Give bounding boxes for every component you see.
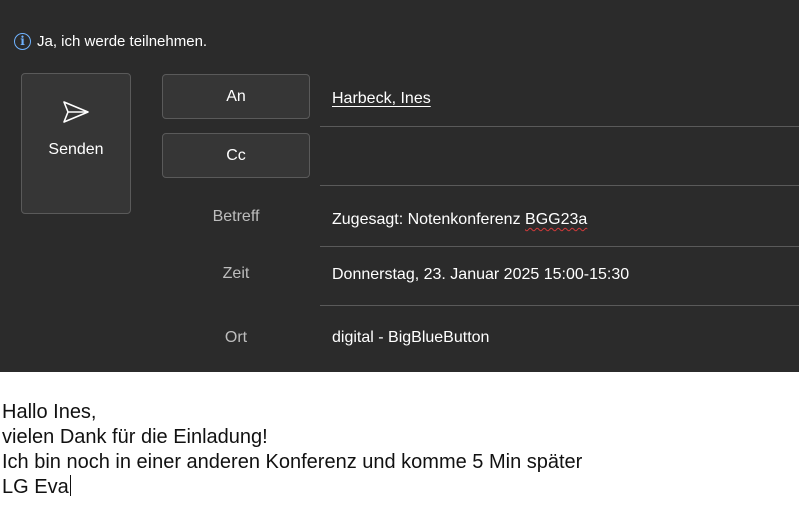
subject-text: Zugesagt: Notenkonferenz	[332, 211, 526, 228]
subject-label: Betreff	[212, 208, 260, 225]
cc-button[interactable]: Cc	[162, 133, 310, 178]
location-label: Ort	[224, 329, 248, 346]
info-circle-icon: i	[14, 32, 31, 50]
subject-divider	[320, 246, 799, 247]
body-line-thanks: vielen Dank für die Einladung!	[2, 426, 268, 448]
text-caret	[69, 475, 71, 496]
response-info-bar: i Ja, ich werde teilnehmen.	[14, 26, 207, 56]
signoff-text: LG Eva	[2, 476, 69, 498]
response-info-text: Ja, ich werde teilnehmen.	[37, 32, 208, 50]
body-line-signoff: LG Eva	[2, 475, 799, 500]
time-label: Zeit	[222, 265, 250, 282]
body-line-greeting: Hallo Ines,	[2, 401, 97, 423]
subject-input[interactable]: Zugesagt: Notenkonferenz BGG23a	[332, 211, 587, 229]
subject-misspelled-word: BGG23a	[525, 211, 588, 228]
body-line-delay: Ich bin noch in einer anderen Konferenz …	[2, 451, 583, 473]
compose-header: i Ja, ich werde teilnehmen. Senden An Ha…	[0, 0, 799, 372]
send-arrow-icon	[61, 100, 91, 129]
message-body[interactable]: Hallo Ines, vielen Dank für die Einladun…	[2, 400, 799, 500]
send-button[interactable]: Senden	[21, 73, 131, 214]
time-divider	[320, 305, 799, 306]
location-value: digital - BigBlueButton	[332, 329, 490, 346]
to-recipient[interactable]: Harbeck, Ines	[332, 90, 431, 108]
cc-field-divider	[320, 185, 799, 186]
to-button[interactable]: An	[162, 74, 310, 119]
to-field-divider	[320, 126, 799, 127]
send-button-label: Senden	[48, 141, 104, 158]
time-value: Donnerstag, 23. Januar 2025 15:00-15:30	[332, 266, 630, 283]
